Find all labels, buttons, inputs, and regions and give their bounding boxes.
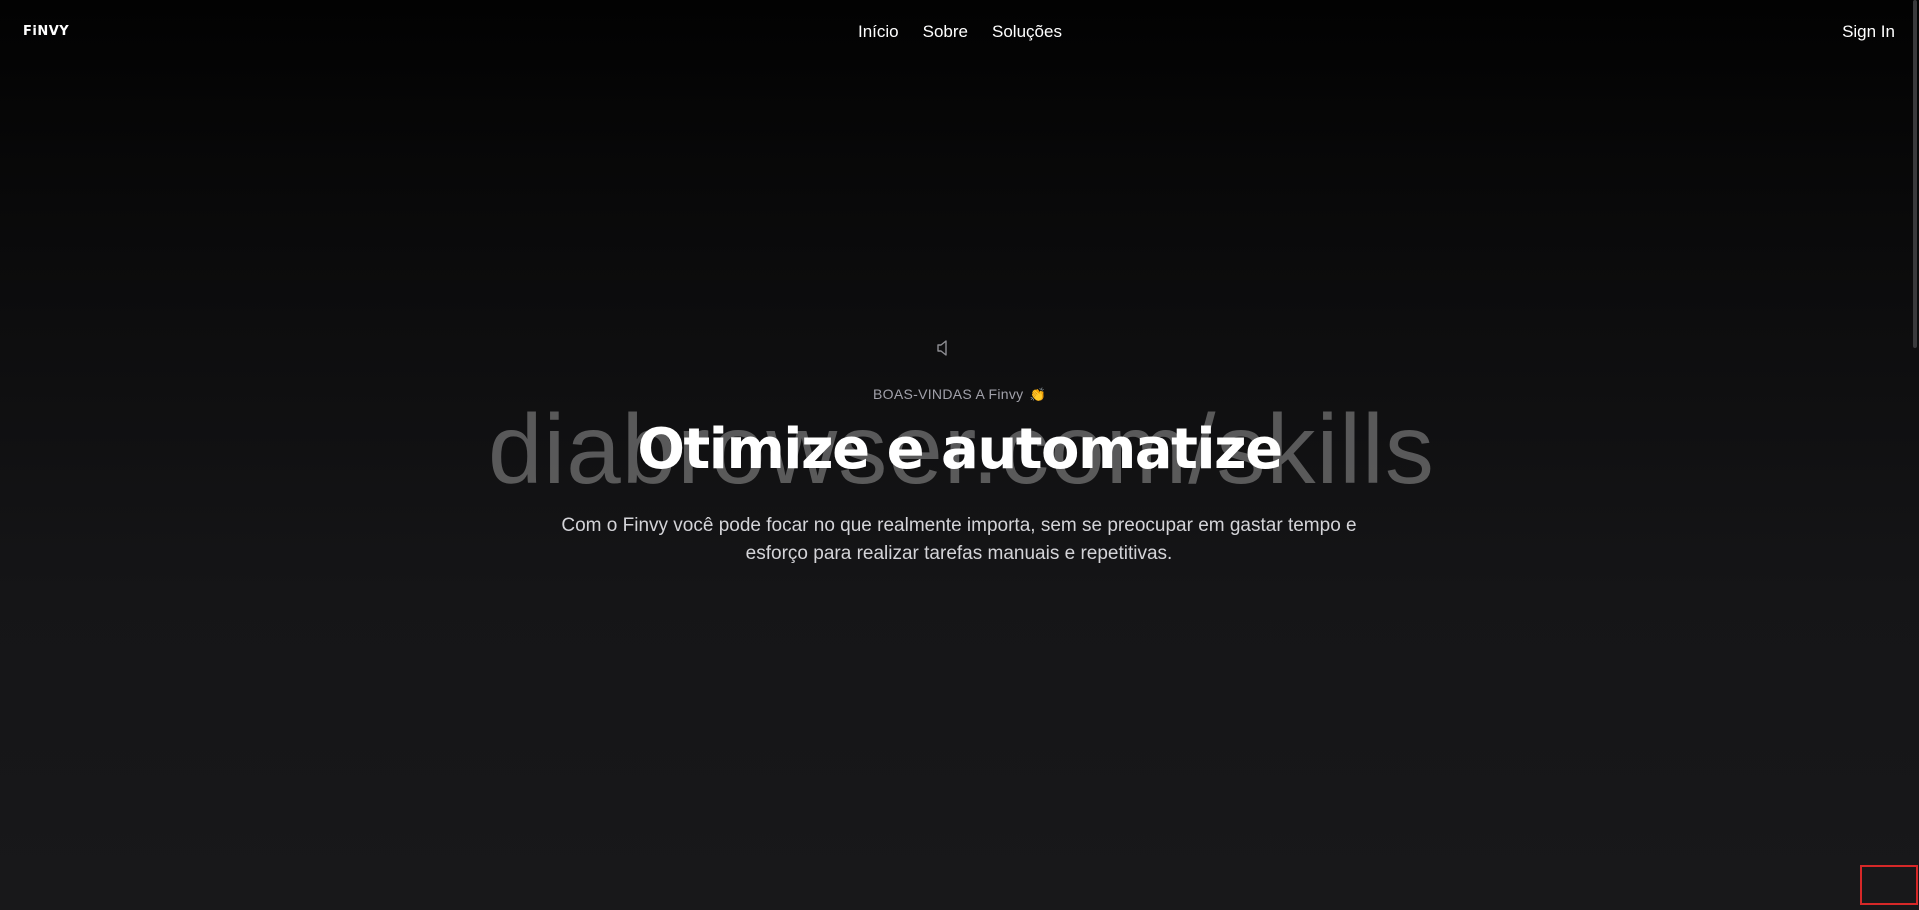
highlight-box [1860, 865, 1918, 905]
logo[interactable]: FiNVY [23, 24, 69, 39]
site-header: FiNVY Início Sobre Soluções Sign In [0, 0, 1919, 64]
hero-headline: Otimize e automatize [637, 417, 1283, 482]
speaker-icon[interactable] [936, 339, 952, 357]
nav-item-inicio[interactable]: Início [858, 22, 899, 42]
sign-in-button[interactable]: Sign In [1842, 22, 1895, 42]
hero-subtitle: Com o Finvy você pode focar no que realm… [561, 515, 1357, 564]
nav-item-solucoes[interactable]: Soluções [992, 22, 1062, 42]
nav-item-sobre[interactable]: Sobre [923, 22, 968, 42]
scrollbar[interactable] [1913, 0, 1917, 348]
main-nav: Início Sobre Soluções [858, 22, 1062, 42]
